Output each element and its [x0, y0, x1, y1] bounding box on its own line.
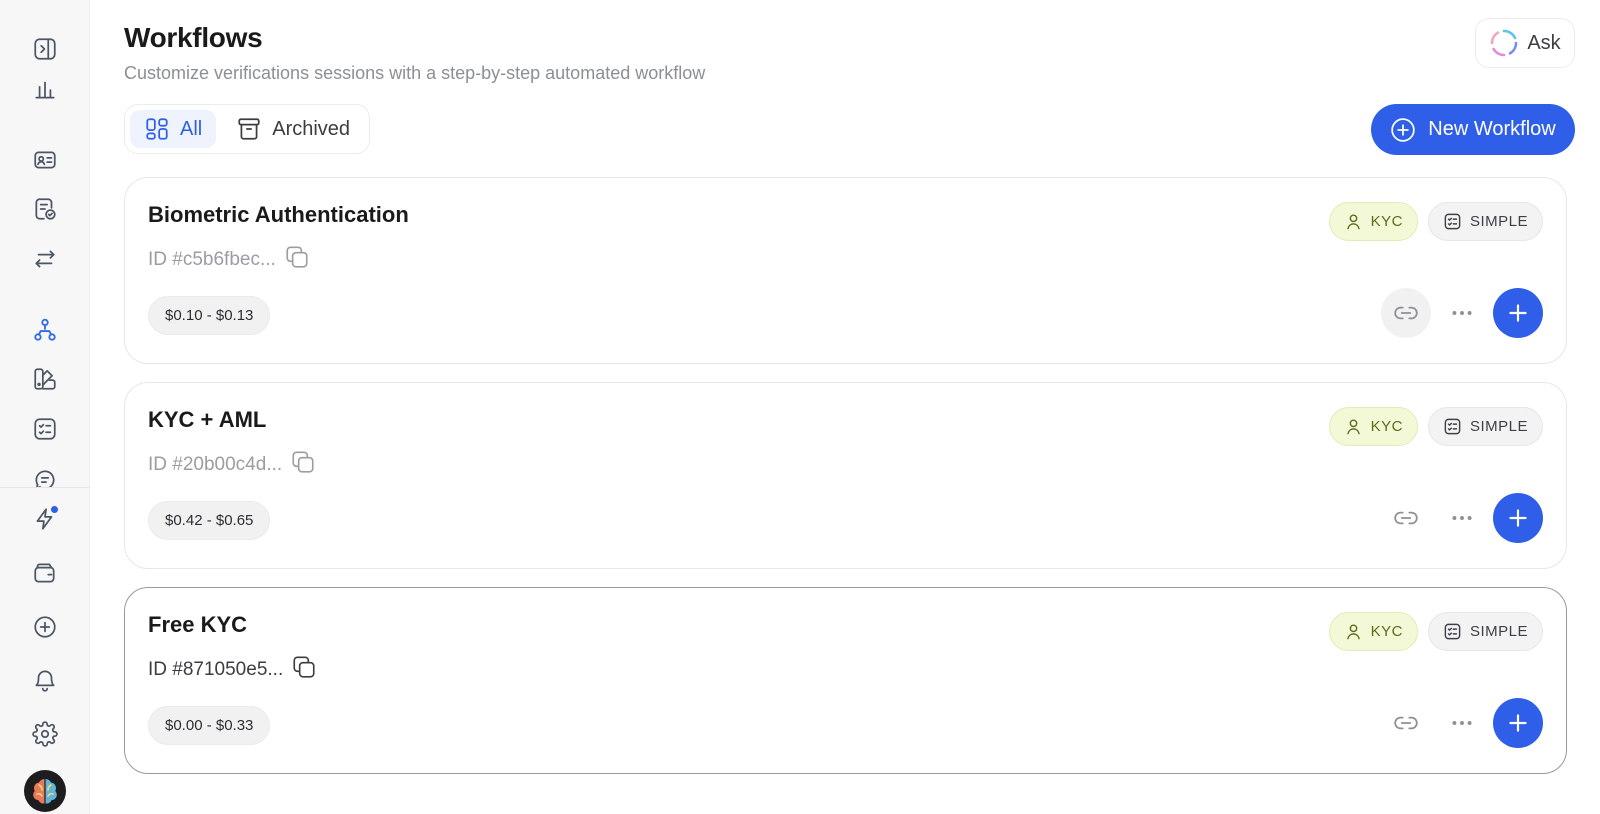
simple-badge-label: SIMPLE — [1469, 213, 1528, 230]
simple-badge: SIMPLE — [1427, 202, 1543, 241]
add-button[interactable] — [1493, 288, 1543, 338]
workflow-id: ID #c5b6fbec... — [148, 244, 310, 276]
tab-all[interactable]: All — [130, 110, 217, 148]
checklist-icon — [1444, 213, 1461, 230]
workflow-card[interactable]: KYC + AML ID #20b00c4d... $0.42 - $0.65 … — [124, 382, 1567, 569]
workflow-icon[interactable] — [28, 313, 62, 347]
plus-icon — [1509, 304, 1527, 322]
workflow-id-text: ID #871050e5... — [148, 659, 284, 680]
kyc-badge-label: KYC — [1370, 418, 1403, 435]
workflow-card[interactable]: Biometric Authentication ID #c5b6fbec...… — [124, 177, 1567, 364]
card-actions — [1381, 493, 1543, 543]
price-range: $0.00 - $0.33 — [148, 706, 271, 745]
palette-icon[interactable] — [28, 362, 62, 396]
page-subtitle: Customize verifications sessions with a … — [124, 63, 706, 83]
notification-dot — [49, 504, 60, 515]
more-options-button[interactable] — [1437, 493, 1487, 543]
archive-icon — [238, 118, 260, 140]
kyc-badge-label: KYC — [1370, 623, 1403, 640]
wallet-icon[interactable] — [28, 556, 62, 590]
workflow-badges: KYC SIMPLE — [1328, 612, 1543, 651]
ellipsis-icon — [1452, 721, 1472, 725]
kyc-badge-label: KYC — [1370, 213, 1403, 230]
new-workflow-label: New Workflow — [1428, 118, 1556, 140]
copy-icon[interactable] — [291, 654, 317, 686]
add-button[interactable] — [1493, 493, 1543, 543]
page-title: Workflows — [124, 22, 263, 53]
tab-all-label: All — [180, 117, 203, 140]
ellipsis-icon — [1452, 516, 1472, 520]
grid-icon — [146, 118, 168, 140]
link-icon — [1394, 511, 1418, 525]
simple-badge-label: SIMPLE — [1469, 418, 1528, 435]
sidebar — [0, 0, 90, 814]
checklist-icon[interactable] — [28, 412, 62, 446]
main-content: Workflows Customize verifications sessio… — [91, 0, 1600, 814]
simple-badge: SIMPLE — [1427, 612, 1543, 651]
workflow-name: Biometric Authentication — [148, 202, 409, 227]
checklist-icon — [1444, 623, 1461, 640]
more-options-button[interactable] — [1437, 698, 1487, 748]
sidebar-divider — [0, 487, 90, 488]
bell-icon[interactable] — [28, 663, 62, 697]
kyc-badge: KYC — [1328, 612, 1418, 651]
document-check-icon[interactable] — [28, 192, 62, 226]
transfer-arrows-icon[interactable] — [28, 242, 62, 276]
plus-circle-icon — [1391, 117, 1415, 142]
user-icon — [1346, 624, 1360, 640]
kyc-badge: KYC — [1328, 202, 1418, 241]
copy-link-button[interactable] — [1381, 288, 1431, 338]
workflow-id-text: ID #c5b6fbec... — [148, 249, 276, 270]
plus-icon — [1509, 509, 1527, 527]
workflow-badges: KYC SIMPLE — [1328, 407, 1543, 446]
workflow-id: ID #20b00c4d... — [148, 449, 316, 481]
price-range: $0.42 - $0.65 — [148, 501, 271, 540]
brain-avatar-icon — [33, 779, 57, 804]
checklist-icon — [1444, 418, 1461, 435]
copy-link-button[interactable] — [1381, 493, 1431, 543]
link-icon — [1394, 306, 1418, 320]
workflow-name: KYC + AML — [148, 407, 267, 432]
chart-icon[interactable] — [28, 78, 62, 102]
ellipsis-icon — [1452, 311, 1472, 315]
ask-button-label: Ask — [1527, 31, 1561, 54]
workflow-card[interactable]: Free KYC ID #871050e5... $0.00 - $0.33 K… — [124, 587, 1567, 774]
copy-link-button[interactable] — [1381, 698, 1431, 748]
simple-badge: SIMPLE — [1427, 407, 1543, 446]
tab-archived-label: Archived — [272, 117, 351, 140]
workflow-badges: KYC SIMPLE — [1328, 202, 1543, 241]
plus-icon — [1509, 714, 1527, 732]
id-card-icon[interactable] — [28, 143, 62, 177]
price-range: $0.10 - $0.13 — [148, 296, 271, 335]
copy-icon[interactable] — [284, 244, 310, 276]
workflow-name: Free KYC — [148, 612, 248, 637]
card-actions — [1381, 698, 1543, 748]
user-icon — [1346, 214, 1360, 230]
user-icon — [1346, 419, 1360, 435]
avatar[interactable] — [24, 770, 66, 812]
filter-tabs: All Archived — [124, 104, 371, 154]
plus-circle-icon[interactable] — [28, 610, 62, 644]
copy-icon[interactable] — [290, 449, 316, 481]
bolt-icon[interactable] — [28, 502, 62, 536]
sidebar-toggle-icon[interactable] — [28, 32, 62, 66]
gear-icon[interactable] — [28, 717, 62, 751]
workflow-id-text: ID #20b00c4d... — [148, 454, 283, 475]
tab-archived[interactable]: Archived — [222, 110, 364, 148]
workflow-id: ID #871050e5... — [148, 654, 317, 686]
kyc-badge: KYC — [1328, 407, 1418, 446]
card-actions — [1381, 288, 1543, 338]
link-icon — [1394, 716, 1418, 730]
new-workflow-button[interactable]: New Workflow — [1371, 104, 1575, 155]
ask-button[interactable]: Ask — [1475, 18, 1575, 68]
ask-spinner-icon — [1491, 29, 1518, 57]
simple-badge-label: SIMPLE — [1469, 623, 1528, 640]
chat-icon[interactable] — [28, 467, 62, 487]
add-button[interactable] — [1493, 698, 1543, 748]
more-options-button[interactable] — [1437, 288, 1487, 338]
